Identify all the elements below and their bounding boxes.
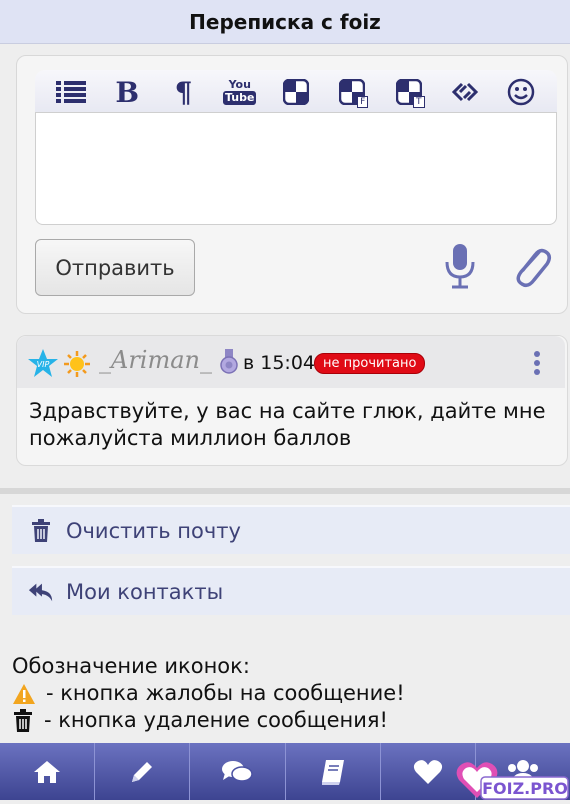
microphone-icon[interactable]: [439, 242, 481, 290]
quote-f-icon[interactable]: F: [336, 76, 369, 108]
foiz-logo: FOIZ.PRO: [455, 758, 570, 800]
icon-legend: Обозначение иконок: - кнопка жалобы на с…: [12, 653, 562, 734]
nav-write[interactable]: [95, 743, 191, 800]
medal-icon: [220, 349, 238, 379]
youtube-icon[interactable]: You Tube: [223, 76, 257, 108]
svg-text:FOIZ.PRO: FOIZ.PRO: [482, 779, 568, 798]
svg-text:VIP: VIP: [37, 360, 50, 369]
bold-icon[interactable]: B: [111, 76, 143, 109]
trash-icon: [28, 518, 54, 544]
quote-icon[interactable]: [280, 76, 312, 108]
paragraph-icon[interactable]: ¶: [168, 76, 200, 109]
attachment-icon[interactable]: [509, 242, 553, 290]
my-contacts-button[interactable]: Мои контакты: [12, 566, 570, 615]
legend-complaint: - кнопка жалобы на сообщение!: [12, 680, 562, 707]
legend-title: Обозначение иконок:: [12, 654, 250, 678]
username-link[interactable]: _Ariman_: [99, 346, 212, 374]
pencil-icon: [132, 761, 153, 782]
message-input[interactable]: [35, 112, 557, 225]
my-contacts-label: Мои контакты: [66, 579, 224, 604]
editor-toolbar: B ¶ You Tube F T: [35, 70, 557, 114]
page-title: Переписка с foiz: [0, 0, 570, 44]
chat-icon: [222, 760, 254, 782]
message-text: Здравствуйте, у вас на сайте глюк, дайте…: [29, 399, 546, 450]
clear-mail-label: Очистить почту: [66, 518, 241, 543]
nav-home[interactable]: [0, 743, 96, 800]
divider: [0, 488, 570, 494]
send-button[interactable]: Отправить: [35, 239, 195, 296]
nav-chat[interactable]: [190, 743, 286, 800]
list-icon[interactable]: [55, 76, 87, 108]
home-icon: [34, 760, 61, 783]
unread-badge: не прочитано: [314, 353, 426, 374]
message-card: VIP _Ariman_ в 15:04 не прочитано Здравс…: [16, 335, 568, 466]
heart-icon: [413, 759, 442, 784]
vip-star-icon: VIP: [27, 348, 59, 382]
sun-icon: [63, 350, 91, 382]
nav-book[interactable]: [286, 743, 381, 800]
legend-delete-text: - кнопка удаление сообщения!: [44, 708, 388, 732]
legend-complaint-text: - кнопка жалобы на сообщение!: [46, 681, 405, 705]
more-options-icon[interactable]: [531, 350, 543, 376]
reply-all-icon: [28, 579, 54, 605]
warning-icon: [13, 683, 35, 704]
clear-mail-button[interactable]: Очистить почту: [12, 505, 570, 554]
book-icon: [321, 759, 344, 785]
message-time: в 15:04: [243, 352, 315, 374]
link-icon[interactable]: [449, 76, 481, 108]
smiley-icon[interactable]: [505, 76, 537, 108]
trash-icon: [14, 708, 32, 732]
legend-delete: - кнопка удаление сообщения!: [12, 707, 562, 734]
quote-t-icon[interactable]: T: [393, 76, 425, 108]
message-header: VIP _Ariman_ в 15:04 не прочитано: [17, 336, 565, 388]
message-editor: B ¶ You Tube F T Отправить: [16, 55, 568, 314]
